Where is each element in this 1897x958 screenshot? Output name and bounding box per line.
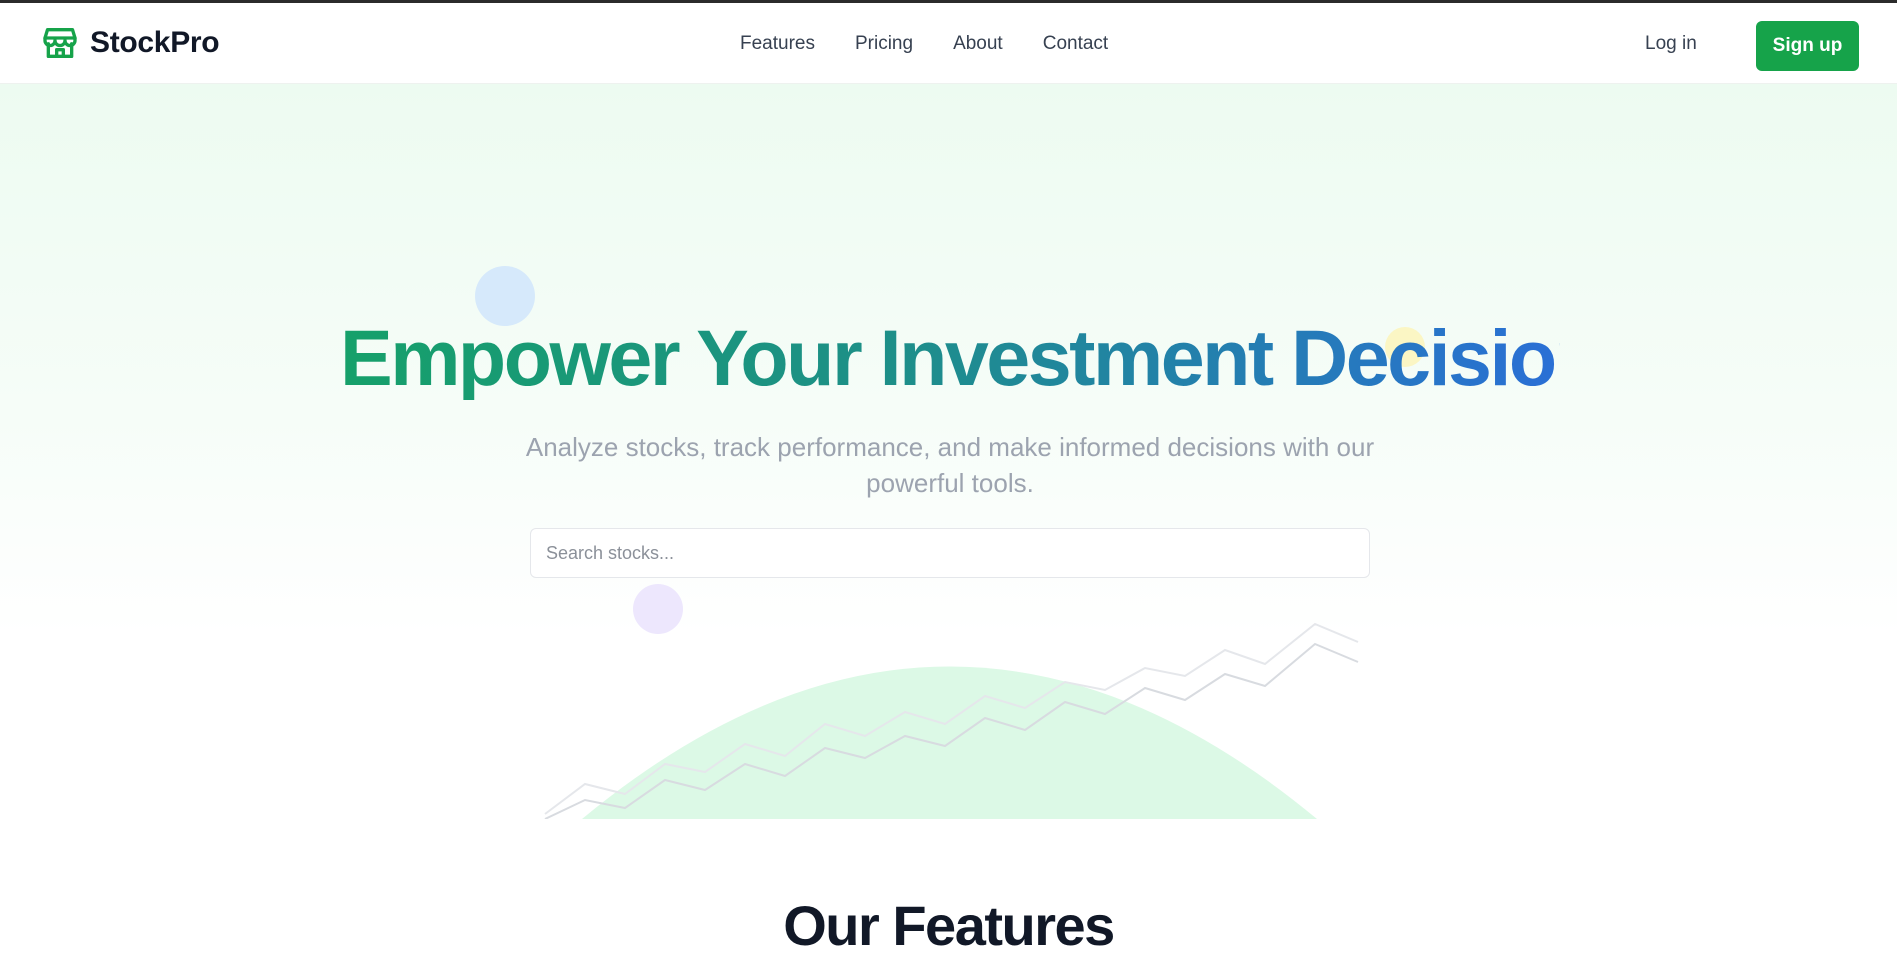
nav-link-about[interactable]: About — [953, 33, 1003, 55]
hero-subtitle: Analyze stocks, track performance, and m… — [525, 432, 1375, 498]
nav-link-contact[interactable]: Contact — [1043, 33, 1108, 55]
stock-search-input[interactable] — [530, 528, 1370, 578]
hero-title: Empower Your Investment Decisions — [340, 313, 1644, 402]
nav-link-pricing[interactable]: Pricing — [855, 33, 913, 55]
site-header: StockPro Features Pricing About Contact … — [0, 3, 1897, 84]
signup-button[interactable]: Sign up — [1756, 21, 1859, 71]
login-link[interactable]: Log in — [1645, 33, 1697, 55]
main-nav: Features Pricing About Contact — [740, 33, 1108, 55]
hero-section: Empower Your Investment Decisions Analyz… — [0, 84, 1897, 819]
brand-name: StockPro — [90, 26, 220, 59]
brand-logo-link[interactable]: StockPro — [40, 23, 220, 63]
decorative-purple-circle — [633, 584, 683, 634]
features-heading: Our Features — [783, 894, 1115, 957]
storefront-icon — [43, 28, 77, 58]
nav-link-features[interactable]: Features — [740, 33, 815, 55]
